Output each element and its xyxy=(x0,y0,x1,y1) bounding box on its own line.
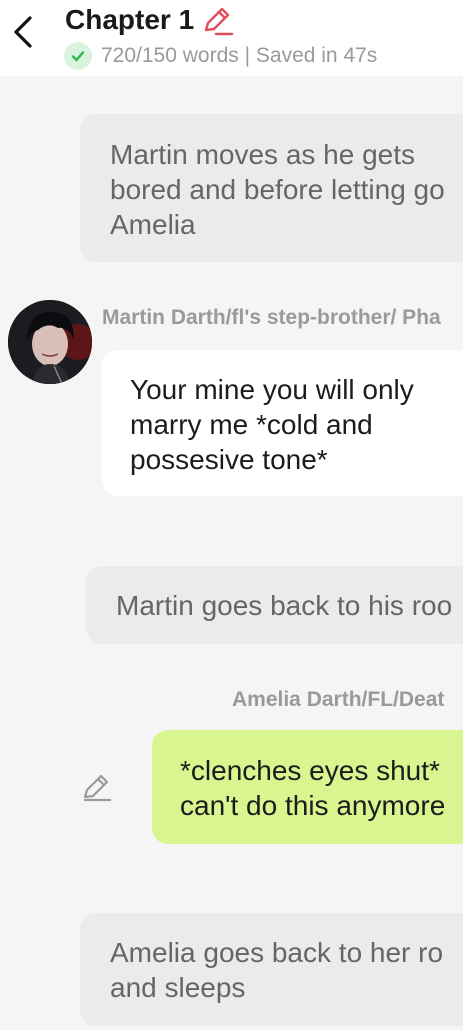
back-button[interactable] xyxy=(6,12,42,52)
edit-message-button[interactable] xyxy=(80,771,114,805)
message-line: can't do this anymore xyxy=(180,790,446,821)
message-line: and sleeps xyxy=(110,972,246,1003)
message-line: possesive tone* xyxy=(130,444,328,475)
message-line: *clenches eyes shut* xyxy=(180,755,440,786)
message-line: Your mine you will only xyxy=(130,374,414,405)
check-icon xyxy=(64,42,92,70)
narration-bubble[interactable]: Martin moves as he gets bored and before… xyxy=(80,114,463,262)
narration-bubble[interactable]: Martin goes back to his roo xyxy=(86,566,463,644)
pencil-icon xyxy=(83,774,112,802)
chevron-left-icon xyxy=(14,16,32,48)
character-name: Martin Darth/fl's step-brother/ Pha xyxy=(102,306,441,329)
message-line: Martin goes back to his roo xyxy=(116,590,453,621)
character-name: Amelia Darth/FL/Deat xyxy=(232,688,445,711)
message-line: marry me *cold and xyxy=(130,409,373,440)
message-line: bored and before letting go xyxy=(110,174,445,205)
character-bubble[interactable]: Your mine you will only marry me *cold a… xyxy=(102,350,463,496)
chapter-title[interactable]: Chapter 1 xyxy=(65,4,194,36)
save-status: 720/150 words | Saved in 47s xyxy=(64,41,377,71)
word-count-status: 720/150 words | Saved in 47s xyxy=(101,44,378,67)
message-line: Amelia xyxy=(110,209,196,240)
pencil-icon xyxy=(204,7,234,36)
message-line: Amelia goes back to her ro xyxy=(110,937,444,968)
avatar[interactable] xyxy=(8,300,92,384)
main-character-bubble[interactable]: *clenches eyes shut* can't do this anymo… xyxy=(152,730,463,844)
message-line: Martin moves as he gets xyxy=(110,139,416,170)
narration-bubble[interactable]: Amelia goes back to her ro and sleeps xyxy=(80,913,463,1026)
edit-title-button[interactable] xyxy=(200,4,234,38)
header-bar: Chapter 1 720/150 words | Saved in 47s xyxy=(0,0,463,76)
